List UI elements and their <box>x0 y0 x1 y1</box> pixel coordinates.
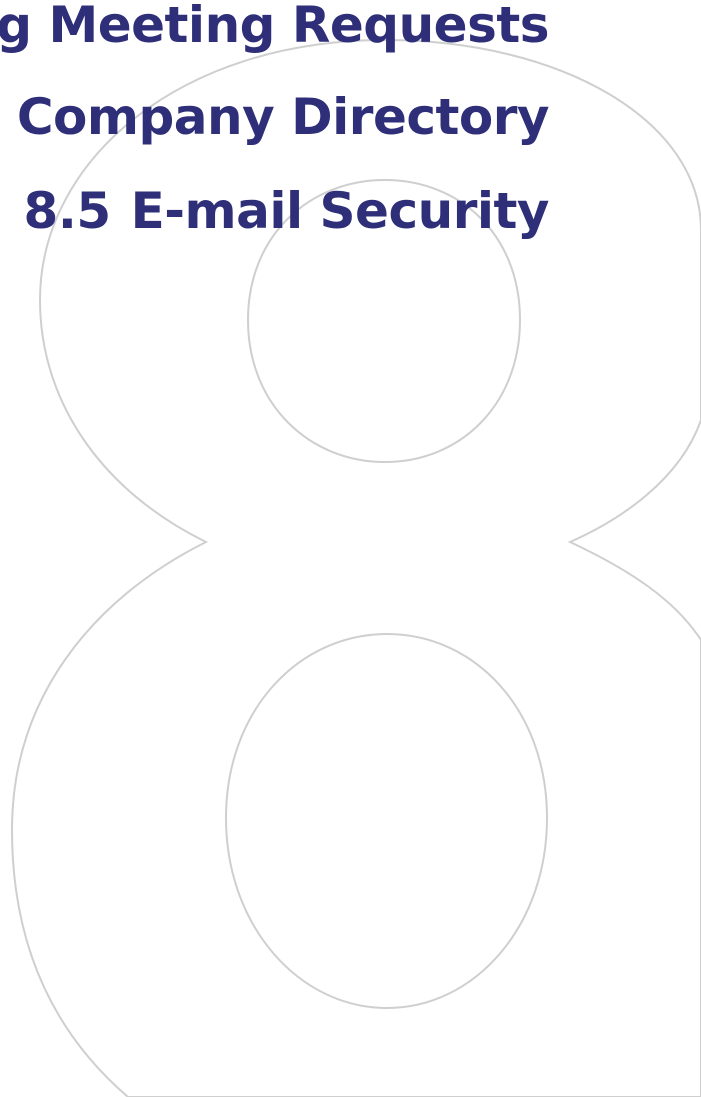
chapter-page: ng Meeting Requests e Company Directory … <box>0 0 701 1097</box>
section-heading-email-security: 8.5 E-mail Security <box>24 186 550 236</box>
section-heading-company-directory: e Company Directory <box>0 88 550 146</box>
section-number: 8.5 <box>23 182 112 240</box>
section-title: E-mail Security <box>130 182 550 240</box>
section-heading-meeting-requests: ng Meeting Requests <box>0 0 549 54</box>
numeral-lower-counter <box>224 632 549 1010</box>
chapter-numeral-outline <box>10 38 701 1097</box>
